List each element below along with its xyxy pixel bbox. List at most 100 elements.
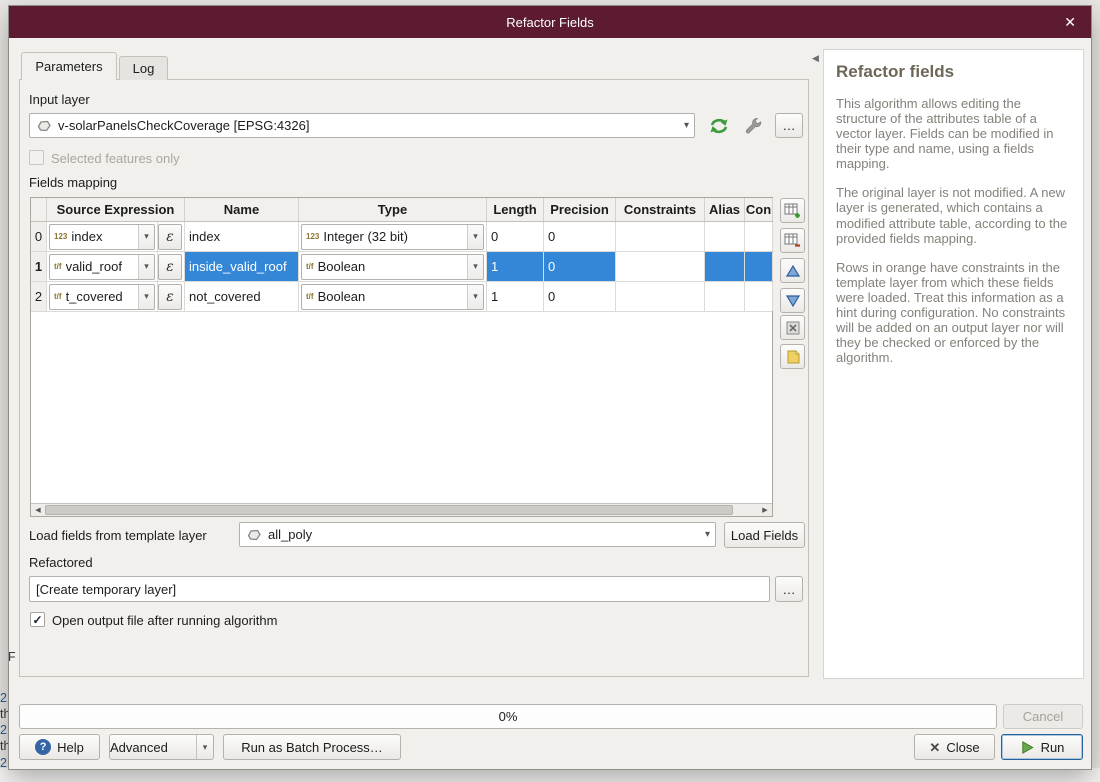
output-browse-button[interactable]: … <box>775 576 803 602</box>
field-type-icon: 123 <box>306 232 319 241</box>
constraints-cell[interactable] <box>616 222 705 251</box>
name-cell[interactable]: not_covered <box>185 282 299 311</box>
tab-parameters[interactable]: Parameters <box>21 52 117 80</box>
dialog-title: Refactor Fields <box>506 15 593 30</box>
background-log-strip: 2023-04-23T11:09:04WARNINGsensorManager … <box>0 768 1100 782</box>
type-combo[interactable]: 123 Integer (32 bit) ▾ <box>301 224 484 250</box>
chevron-down-icon[interactable]: ▾ <box>467 225 483 249</box>
row-number[interactable]: 2 <box>31 282 47 311</box>
constraints-cell[interactable] <box>616 282 705 311</box>
run-button[interactable]: Run <box>1001 734 1083 760</box>
help-paragraph: The original layer is not modified. A ne… <box>836 185 1073 245</box>
template-layer-combo[interactable]: all_poly ▾ <box>239 522 716 547</box>
chevron-down-icon[interactable]: ▾ <box>138 285 154 309</box>
move-up-button[interactable] <box>780 258 805 283</box>
type-value: Boolean <box>318 259 366 274</box>
comment-cell[interactable] <box>745 252 773 281</box>
column-header-rownum <box>31 198 47 221</box>
help-paragraph: This algorithm allows editing the struct… <box>836 96 1073 171</box>
tab-log[interactable]: Log <box>119 56 168 80</box>
field-type-icon: t/f <box>54 292 62 301</box>
open-output-checkbox[interactable]: ✓ <box>30 612 45 627</box>
source-field-combo[interactable]: 123 index ▾ <box>49 224 155 250</box>
chevron-down-icon[interactable]: ▾ <box>467 285 483 309</box>
chevron-down-icon[interactable]: ▾ <box>196 735 213 759</box>
type-value: Integer (32 bit) <box>323 229 408 244</box>
precision-cell[interactable]: 0 <box>544 252 616 281</box>
type-cell: t/f Boolean ▾ <box>299 252 487 281</box>
alias-cell[interactable] <box>705 222 745 251</box>
background-text-fragment: F <box>8 650 16 664</box>
clear-fields-button[interactable] <box>780 315 805 340</box>
column-header-comment: Con <box>745 198 773 221</box>
name-cell[interactable]: index <box>185 222 299 251</box>
background-text-fragment: 2 <box>0 691 7 705</box>
source-field-value: valid_roof <box>66 259 122 274</box>
length-cell[interactable]: 0 <box>487 222 544 251</box>
run-as-batch-button[interactable]: Run as Batch Process… <box>223 734 401 760</box>
chevron-down-icon[interactable]: ▾ <box>138 225 154 249</box>
row-number[interactable]: 0 <box>31 222 47 251</box>
column-header-source: Source Expression <box>47 198 185 221</box>
invert-selection-button[interactable] <box>780 344 805 369</box>
load-fields-button[interactable]: Load Fields <box>724 522 805 548</box>
expression-builder-button[interactable]: ε <box>158 254 182 280</box>
comment-cell[interactable] <box>745 222 773 251</box>
check-icon: ✓ <box>32 614 42 626</box>
iterate-over-layer-icon[interactable] <box>706 113 732 138</box>
field-type-icon: t/f <box>306 292 314 301</box>
vector-layer-icon <box>246 529 262 541</box>
table-row-selected: 1 t/f valid_roof ▾ ε inside_valid_roof t… <box>31 252 772 282</box>
run-button-label: Run <box>1041 740 1065 755</box>
progress-bar: 0% <box>19 704 997 729</box>
parameters-panel: Input layer v-solarPanelsCheckCoverage [… <box>19 79 809 677</box>
scroll-right-icon[interactable]: ▶ <box>758 504 772 516</box>
chevron-down-icon[interactable]: ▾ <box>467 255 483 279</box>
chevron-down-icon: ▾ <box>678 120 689 131</box>
length-cell[interactable]: 1 <box>487 252 544 281</box>
move-down-button[interactable] <box>780 288 805 313</box>
field-type-icon: t/f <box>54 262 62 271</box>
source-expression-cell: t/f t_covered ▾ <box>47 282 158 311</box>
scroll-left-icon[interactable]: ◀ <box>31 504 45 516</box>
source-field-combo[interactable]: t/f valid_roof ▾ <box>49 254 155 280</box>
expression-cell: ε <box>158 252 185 281</box>
type-combo[interactable]: t/f Boolean ▾ <box>301 284 484 310</box>
panel-collapse-icon[interactable]: ◀ <box>812 53 819 64</box>
advanced-options-wrench-icon[interactable] <box>742 114 766 138</box>
precision-cell[interactable]: 0 <box>544 222 616 251</box>
progress-value: 0% <box>499 709 518 724</box>
add-field-button[interactable] <box>780 198 805 223</box>
fields-mapping-label: Fields mapping <box>29 175 117 190</box>
close-icon[interactable]: ✕ <box>1064 15 1076 29</box>
expression-builder-button[interactable]: ε <box>158 224 182 250</box>
close-button[interactable]: ✕ Close <box>914 734 995 760</box>
scrollbar-thumb[interactable] <box>45 505 733 515</box>
type-combo[interactable]: t/f Boolean ▾ <box>301 254 484 280</box>
help-button[interactable]: ? Help <box>19 734 100 760</box>
row-number[interactable]: 1 <box>31 252 47 281</box>
chevron-down-icon[interactable]: ▾ <box>138 255 154 279</box>
source-expression-cell: t/f valid_roof ▾ <box>47 252 158 281</box>
algorithm-help-panel: Refactor fields This algorithm allows ed… <box>823 49 1084 679</box>
advanced-button[interactable]: Advanced ▾ <box>109 734 214 760</box>
alias-cell[interactable] <box>705 252 745 281</box>
help-icon: ? <box>35 739 51 755</box>
input-layer-combo[interactable]: v-solarPanelsCheckCoverage [EPSG:4326] ▾ <box>29 113 695 138</box>
constraints-cell[interactable] <box>616 252 705 281</box>
output-destination-input[interactable] <box>29 576 770 602</box>
input-layer-browse-button[interactable]: … <box>775 113 803 138</box>
dialog-titlebar[interactable]: Refactor Fields ✕ <box>9 6 1091 38</box>
name-cell[interactable]: inside_valid_roof <box>185 252 299 281</box>
comment-cell[interactable] <box>745 282 773 311</box>
source-expression-cell: 123 index ▾ <box>47 222 158 251</box>
remove-field-button[interactable] <box>780 228 805 253</box>
horizontal-scrollbar[interactable]: ◀ ▶ <box>31 503 772 516</box>
fields-mapping-table: Source Expression Name Type Length Preci… <box>30 197 773 517</box>
alias-cell[interactable] <box>705 282 745 311</box>
source-field-combo[interactable]: t/f t_covered ▾ <box>49 284 155 310</box>
length-cell[interactable]: 1 <box>487 282 544 311</box>
template-layer-value: all_poly <box>268 527 312 542</box>
precision-cell[interactable]: 0 <box>544 282 616 311</box>
expression-builder-button[interactable]: ε <box>158 284 182 310</box>
